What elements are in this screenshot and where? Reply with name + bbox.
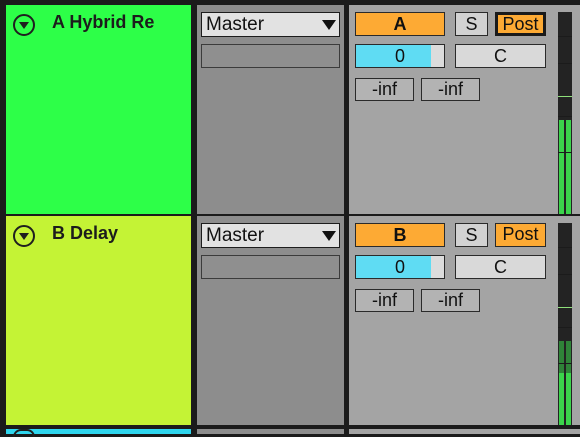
next-track-mixer-section — [349, 429, 580, 434]
level-meter-section — [552, 216, 580, 425]
pre-post-button[interactable]: Post — [495, 12, 546, 36]
volume-value: 0 — [394, 46, 405, 66]
pre-post-button[interactable]: Post — [495, 223, 546, 247]
fold-triangle-icon[interactable] — [13, 225, 35, 247]
solo-button[interactable]: S — [455, 223, 488, 247]
meter-tick — [558, 63, 572, 64]
audio-to-value: Master — [206, 14, 265, 35]
meter-left-fill — [559, 120, 564, 214]
mixer-section: B S Post 0 C -inf -inf — [349, 216, 552, 425]
solo-button[interactable]: S — [455, 12, 488, 36]
meter-left-fill — [559, 373, 564, 425]
return-track-a: A Hybrid Re Master A S Post 0 C -inf -in… — [0, 5, 580, 214]
io-section: Master — [197, 5, 344, 214]
fold-triangle-icon[interactable] — [13, 14, 35, 36]
volume-fill — [356, 256, 431, 278]
level-meter — [558, 223, 572, 425]
track-name[interactable]: B Delay — [52, 223, 118, 244]
meter-tick — [558, 307, 572, 308]
next-track-io-section — [197, 429, 344, 434]
fold-triangle-icon[interactable] — [13, 429, 35, 437]
peak-level-left[interactable]: -inf — [355, 78, 414, 101]
level-meter — [558, 12, 572, 214]
meter-right-fill — [566, 120, 571, 214]
track-title-bar[interactable]: A Hybrid Re — [6, 5, 191, 214]
peak-level-right[interactable]: -inf — [421, 78, 480, 101]
pan-knob[interactable]: C — [455, 255, 546, 279]
io-section: Master — [197, 216, 344, 425]
audio-to-select[interactable]: Master — [201, 12, 340, 37]
meter-tick — [558, 363, 572, 364]
volume-fill — [356, 45, 431, 67]
audio-to-channel-field[interactable] — [201, 44, 340, 68]
audio-to-value: Master — [206, 225, 265, 246]
meter-tick — [558, 152, 572, 153]
level-meter-section — [552, 5, 580, 214]
chevron-down-icon — [322, 231, 336, 241]
track-title-bar[interactable]: B Delay — [6, 216, 191, 425]
meter-tick — [558, 116, 572, 117]
meter-tick — [558, 247, 572, 248]
track-activator-button[interactable]: B — [355, 223, 445, 247]
volume-slider[interactable]: 0 — [355, 255, 445, 279]
chevron-down-icon — [322, 20, 336, 30]
audio-to-select[interactable]: Master — [201, 223, 340, 248]
volume-value: 0 — [394, 257, 405, 277]
peak-level-right[interactable]: -inf — [421, 289, 480, 312]
peak-level-left[interactable]: -inf — [355, 289, 414, 312]
pan-knob[interactable]: C — [455, 44, 546, 68]
meter-right-fill — [566, 373, 571, 425]
meter-tick — [558, 274, 572, 275]
meter-tick — [558, 327, 572, 328]
meter-tick — [558, 96, 572, 97]
audio-to-channel-field[interactable] — [201, 255, 340, 279]
mixer-section: A S Post 0 C -inf -inf — [349, 5, 552, 214]
track-activator-button[interactable]: A — [355, 12, 445, 36]
return-track-b: B Delay Master B S Post 0 C -inf -inf — [0, 216, 580, 425]
volume-slider[interactable]: 0 — [355, 44, 445, 68]
meter-tick — [558, 36, 572, 37]
track-name[interactable]: A Hybrid Re — [52, 12, 154, 33]
